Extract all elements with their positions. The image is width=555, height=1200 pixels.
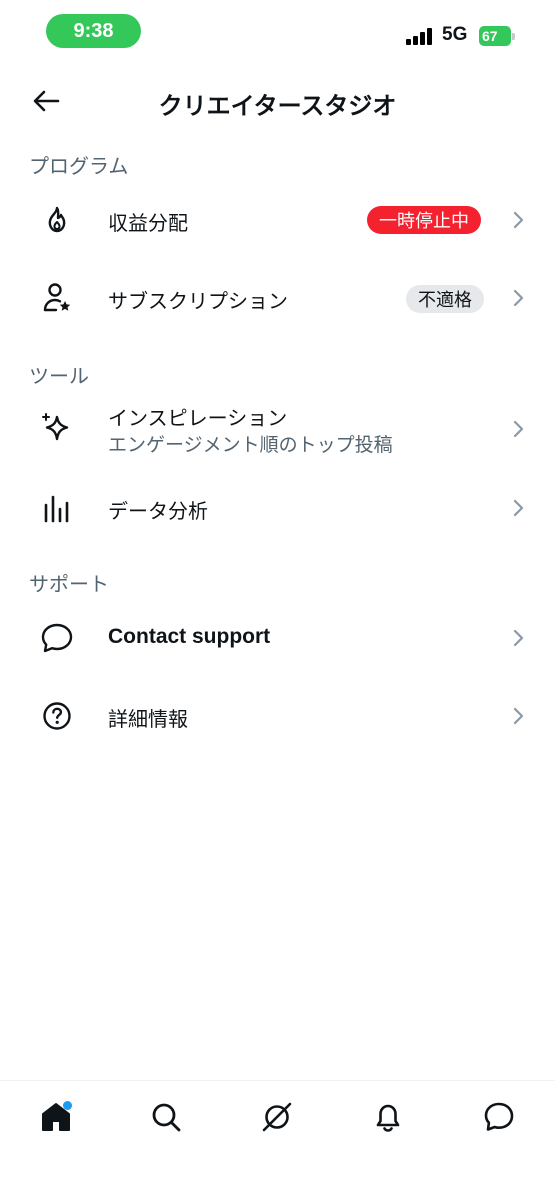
menu-label-analytics: データ分析 — [108, 499, 208, 523]
flame-icon — [38, 201, 76, 239]
nav-notifications[interactable] — [368, 1097, 408, 1137]
question-circle-icon — [38, 697, 76, 735]
nav-grok[interactable] — [257, 1097, 297, 1137]
status-bar: 9:38 5G 67 — [0, 0, 555, 62]
grok-icon — [262, 1102, 292, 1132]
person-star-icon — [38, 279, 76, 317]
chevron-right-icon — [513, 499, 524, 517]
notification-dot — [63, 1101, 72, 1110]
menu-label-contact-support: Contact support — [108, 625, 271, 648]
battery-level: 67 — [479, 26, 511, 46]
menu-item-inspiration[interactable]: インスピレーション エンゲージメント順のトップ投稿 — [0, 392, 555, 468]
menu-item-revenue[interactable]: 収益分配 一時停止中 — [0, 182, 555, 258]
menu-label-more-info: 詳細情報 — [108, 707, 188, 731]
menu-item-more-info[interactable]: 詳細情報 — [0, 678, 555, 754]
nav-search[interactable] — [146, 1097, 186, 1137]
menu-label-inspiration: インスピレーション — [108, 406, 288, 430]
status-badge-paused: 一時停止中 — [367, 206, 481, 234]
network-label: 5G — [442, 24, 468, 45]
nav-messages[interactable] — [479, 1097, 519, 1137]
signal-icon — [406, 27, 436, 45]
menu-item-analytics[interactable]: データ分析 — [0, 470, 555, 546]
sparkle-icon — [38, 409, 76, 447]
menu-label-subscriptions: サブスクリプション — [108, 289, 288, 313]
nav-home[interactable] — [36, 1097, 76, 1137]
page-title: クリエイタースタジオ — [158, 92, 397, 120]
bell-icon — [376, 1104, 400, 1132]
battery-icon: 67 — [479, 26, 515, 46]
chevron-right-icon — [513, 629, 524, 647]
menu-label-revenue: 収益分配 — [108, 211, 188, 235]
bottom-nav — [0, 1080, 555, 1200]
messages-icon — [484, 1102, 514, 1131]
menu-item-subscriptions[interactable]: サブスクリプション 不適格 — [0, 260, 555, 336]
chevron-right-icon — [513, 211, 524, 229]
menu-sublabel-inspiration: エンゲージメント順のトップ投稿 — [108, 434, 393, 456]
chat-bubble-icon — [38, 619, 76, 657]
chevron-right-icon — [513, 420, 524, 438]
search-icon — [152, 1103, 181, 1132]
section-title-tools: ツール — [29, 364, 89, 388]
bar-chart-icon — [38, 489, 76, 527]
section-title-support: サポート — [29, 572, 109, 596]
chevron-right-icon — [513, 707, 524, 725]
section-title-program: プログラム — [29, 154, 129, 178]
chevron-right-icon — [513, 289, 524, 307]
header: クリエイタースタジオ — [0, 72, 555, 130]
status-time: 9:38 — [46, 14, 141, 48]
status-badge-ineligible: 不適格 — [406, 285, 484, 313]
menu-item-contact-support[interactable]: Contact support — [0, 600, 555, 676]
